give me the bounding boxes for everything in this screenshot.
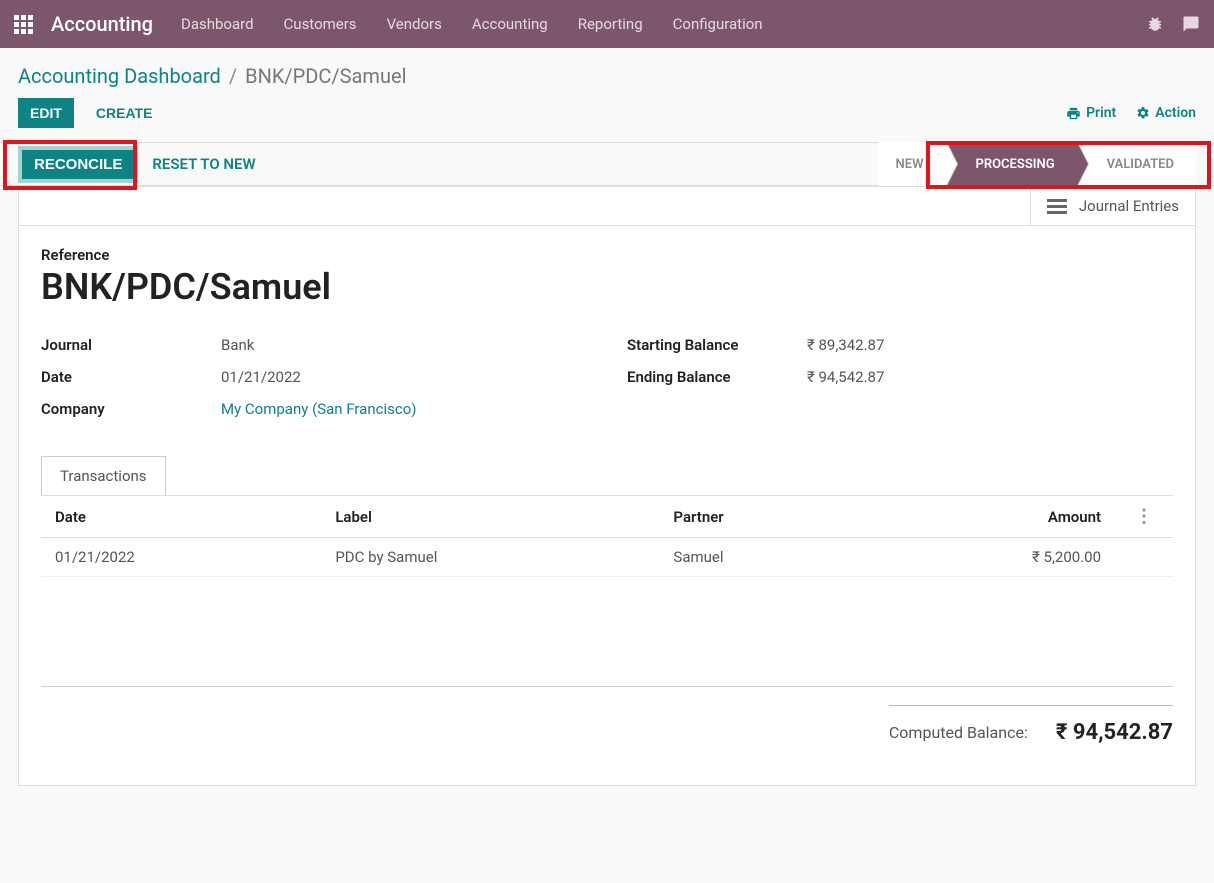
company-value[interactable]: My Company (San Francisco) (221, 400, 416, 418)
secondary-toolbar: RECONCILE RESET TO NEW NEW PROCESSING VA… (0, 142, 1214, 186)
computed-balance-value: ₹ 94,542.87 (1056, 720, 1173, 745)
apps-icon[interactable] (14, 15, 33, 34)
journal-value: Bank (221, 336, 254, 354)
reference-value: BNK/PDC/Samuel (41, 266, 1173, 308)
status-validated[interactable]: VALIDATED (1077, 142, 1196, 186)
breadcrumb: Accounting Dashboard / BNK/PDC/Samuel (0, 48, 1214, 98)
form-sheet: Journal Entries Reference BNK/PDC/Samuel… (18, 186, 1196, 786)
list-icon (1047, 199, 1067, 214)
nav-dashboard[interactable]: Dashboard (181, 15, 254, 33)
journal-entries-button[interactable]: Journal Entries (1030, 187, 1195, 225)
reset-to-new-button[interactable]: RESET TO NEW (152, 155, 255, 173)
top-navbar: Accounting Dashboard Customers Vendors A… (0, 0, 1214, 48)
status-bar: NEW PROCESSING VALIDATED (878, 142, 1196, 186)
breadcrumb-current: BNK/PDC/Samuel (245, 64, 406, 88)
starting-balance-label: Starting Balance (627, 336, 807, 354)
gear-icon (1136, 106, 1150, 120)
nav-menu: Dashboard Customers Vendors Accounting R… (181, 15, 763, 33)
totals-area: Computed Balance: ₹ 94,542.87 (41, 705, 1173, 745)
stat-button-box: Journal Entries (19, 187, 1195, 226)
nav-vendors[interactable]: Vendors (387, 15, 442, 33)
nav-customers[interactable]: Customers (284, 15, 357, 33)
print-action[interactable]: Print (1066, 105, 1116, 121)
columns-options-icon[interactable]: ⋮ (1129, 506, 1159, 527)
toolbar: EDIT CREATE Print Action (0, 98, 1214, 142)
transactions-table: Date Label Partner Amount ⋮ 01/21/2022 P… (41, 495, 1173, 577)
company-label: Company (41, 400, 221, 418)
date-value: 01/21/2022 (221, 368, 301, 386)
date-label: Date (41, 368, 221, 386)
table-empty-space (41, 587, 1173, 687)
action-dropdown[interactable]: Action (1136, 105, 1196, 121)
journal-label: Journal (41, 336, 221, 354)
computed-balance-label: Computed Balance: (889, 723, 1028, 742)
ending-balance-label: Ending Balance (627, 368, 807, 386)
edit-button[interactable]: EDIT (18, 98, 74, 128)
cell-date: 01/21/2022 (41, 538, 321, 577)
ending-balance-value: ₹ 94,542.87 (807, 368, 884, 386)
col-partner: Partner (659, 496, 862, 538)
reference-label: Reference (41, 246, 1173, 264)
tab-transactions[interactable]: Transactions (41, 456, 166, 495)
col-date: Date (41, 496, 321, 538)
cell-amount: ₹ 5,200.00 (863, 538, 1115, 577)
nav-accounting[interactable]: Accounting (472, 15, 548, 33)
starting-balance-value: ₹ 89,342.87 (807, 336, 884, 354)
create-button[interactable]: CREATE (84, 98, 165, 128)
breadcrumb-root[interactable]: Accounting Dashboard (18, 64, 221, 88)
print-icon (1066, 106, 1081, 121)
table-row[interactable]: 01/21/2022 PDC by Samuel Samuel ₹ 5,200.… (41, 538, 1173, 577)
cell-label: PDC by Samuel (321, 538, 659, 577)
chat-icon[interactable] (1182, 15, 1200, 33)
nav-configuration[interactable]: Configuration (673, 15, 763, 33)
journal-entries-label: Journal Entries (1079, 197, 1179, 215)
status-new[interactable]: NEW (878, 142, 946, 186)
col-label: Label (321, 496, 659, 538)
brand-label: Accounting (51, 12, 153, 36)
bug-icon[interactable] (1146, 15, 1164, 33)
breadcrumb-separator: / (229, 64, 237, 88)
cell-partner: Samuel (659, 538, 862, 577)
action-label: Action (1155, 105, 1196, 121)
nav-reporting[interactable]: Reporting (578, 15, 643, 33)
print-label: Print (1086, 105, 1116, 121)
status-processing[interactable]: PROCESSING (946, 142, 1077, 186)
reconcile-button[interactable]: RECONCILE (18, 146, 138, 183)
col-amount: Amount (863, 496, 1115, 538)
